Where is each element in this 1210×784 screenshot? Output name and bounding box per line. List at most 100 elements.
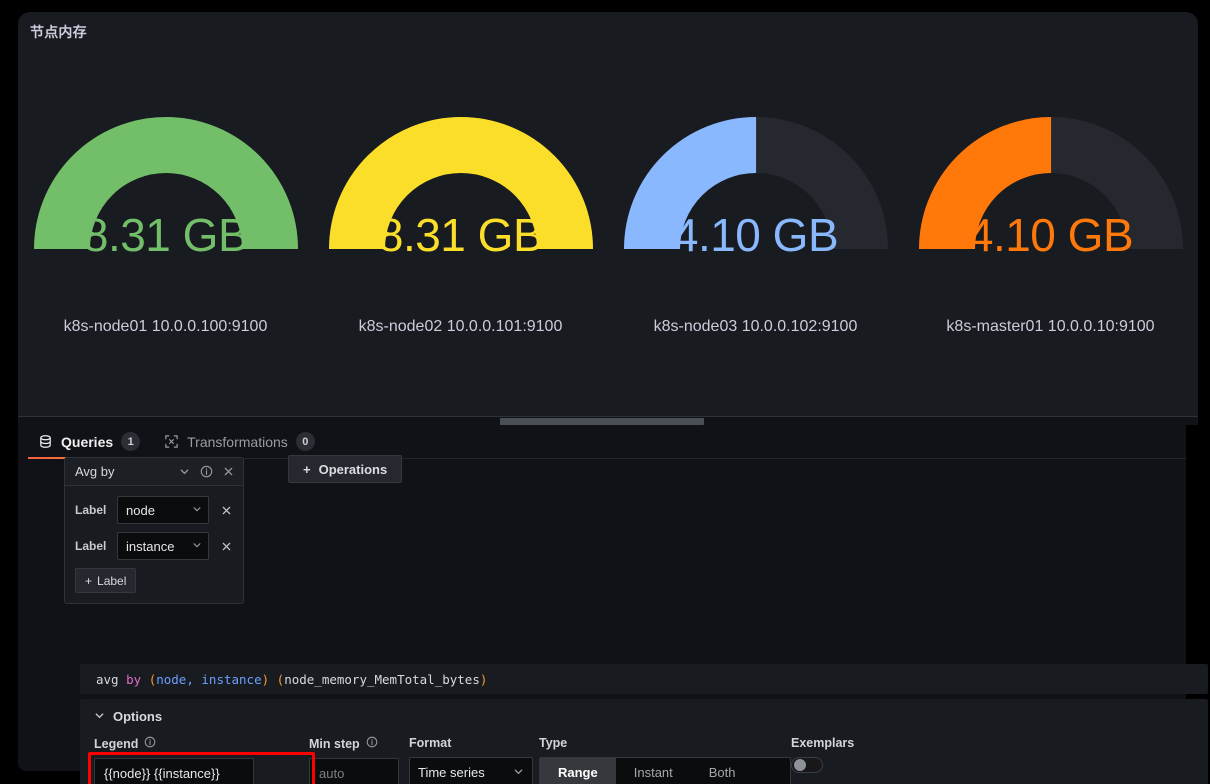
- gauge-item[interactable]: 4.10 GB k8s-node03 10.0.0.102:9100: [611, 64, 901, 336]
- gauge-label: k8s-master01 10.0.0.10:9100: [946, 318, 1155, 335]
- query-code-preview[interactable]: avg by (node, instance) (node_memory_Mem…: [80, 664, 1208, 694]
- code-metric: node_memory_MemTotal_bytes: [284, 671, 480, 687]
- transform-icon: [164, 434, 179, 449]
- query-editor-pane: Queries 1 Transformations 0 Avg by Label…: [18, 425, 1208, 784]
- code-open-paren: (: [148, 671, 157, 687]
- database-icon: [38, 434, 53, 449]
- tab-transformations[interactable]: Transformations 0: [154, 425, 325, 458]
- options-toggle[interactable]: Options: [94, 709, 1194, 724]
- label-select-instance[interactable]: instance: [117, 532, 209, 560]
- label-row: Label node: [75, 496, 235, 524]
- gauge-arc: 4.10 GB: [622, 64, 890, 264]
- options-title: Options: [113, 709, 163, 724]
- legend-input-wrapper: {{node}} {{instance}}: [88, 752, 315, 784]
- add-label-button[interactable]: + Label: [75, 568, 137, 593]
- label-select-node[interactable]: node: [117, 496, 209, 524]
- gauge-arc: 8.31 GB: [32, 64, 300, 264]
- code-metric-open-paren: (: [276, 671, 285, 687]
- gauge-item[interactable]: 8.31 GB k8s-node02 10.0.0.101:9100: [316, 64, 606, 336]
- chevron-down-icon: [192, 504, 202, 517]
- plus-icon: +: [85, 573, 93, 588]
- code-metric-close-paren: ): [479, 671, 488, 687]
- chevron-down-icon: [513, 765, 524, 780]
- type-option-range[interactable]: Range: [540, 758, 616, 784]
- add-operations-button[interactable]: + Operations: [288, 455, 403, 483]
- label-select-instance-value: instance: [126, 538, 175, 554]
- label-row-label: Label: [75, 539, 107, 553]
- legend-input-value: {{node}} {{instance}}: [104, 765, 220, 781]
- exemplars-field: Exemplars: [791, 736, 854, 773]
- gauge-label: k8s-node02 10.0.0.101:9100: [358, 318, 563, 335]
- exemplars-label: Exemplars: [791, 736, 855, 750]
- app-root: 节点内存 8.31 GB k8s-node01 10.0.0.100:9100: [0, 0, 1210, 784]
- format-label-row: Format: [409, 736, 539, 750]
- legend-field: Legend {{node}} {{instance}}: [88, 736, 315, 784]
- code-labels: node, instance: [156, 671, 262, 687]
- gauge-arc: 8.31 GB: [327, 64, 595, 264]
- remove-label-icon[interactable]: [217, 537, 235, 555]
- operation-card-header: Avg by: [65, 458, 243, 486]
- type-label-row: Type: [539, 736, 791, 750]
- gauge-label: k8s-node03 10.0.0.102:9100: [653, 318, 858, 335]
- editor-tabbar: Queries 1 Transformations 0: [28, 425, 1186, 459]
- legend-label-row: Legend: [94, 736, 309, 751]
- gauge-value: 4.10 GB: [967, 209, 1134, 261]
- gauge-value: 4.10 GB: [672, 209, 839, 261]
- chevron-down-icon[interactable]: [175, 463, 193, 481]
- type-label: Type: [539, 736, 568, 750]
- operation-card-avg-by: Avg by Label node Label instance + Label: [64, 457, 244, 604]
- min-step-field: Min step auto: [309, 736, 409, 784]
- label-row-label: Label: [75, 503, 107, 517]
- format-select-value: Time series: [418, 764, 485, 780]
- code-function: avg: [96, 671, 119, 687]
- tab-queries-badge: 1: [121, 432, 141, 451]
- remove-operation-icon[interactable]: [219, 463, 237, 481]
- type-option-instant[interactable]: Instant: [616, 758, 691, 784]
- tab-queries-label: Queries: [61, 433, 114, 450]
- exemplars-label-row: Exemplars: [791, 736, 854, 750]
- add-operations-button-text: Operations: [318, 461, 388, 477]
- legend-input[interactable]: {{node}} {{instance}}: [94, 758, 254, 784]
- info-icon[interactable]: [144, 736, 156, 751]
- code-keyword: by: [126, 671, 142, 687]
- operation-card-body: Label node Label instance + Label: [65, 486, 243, 603]
- info-icon[interactable]: [197, 463, 215, 481]
- panel-title: 节点内存: [30, 24, 87, 40]
- format-field: Format Time series: [409, 736, 539, 784]
- min-step-placeholder: auto: [319, 765, 345, 781]
- operation-title: Avg by: [75, 464, 115, 479]
- chevron-down-icon: [94, 709, 105, 724]
- type-option-both[interactable]: Both: [691, 758, 754, 784]
- panel-splitter[interactable]: [18, 416, 1198, 425]
- gauge-item[interactable]: 8.31 GB k8s-node01 10.0.0.100:9100: [21, 64, 311, 336]
- info-icon[interactable]: [366, 736, 378, 751]
- min-step-label-row: Min step: [309, 736, 409, 751]
- gauge-label: k8s-node01 10.0.0.100:9100: [63, 318, 268, 335]
- add-label-button-text: Label: [97, 573, 127, 588]
- format-label: Format: [409, 736, 452, 750]
- type-field: Type Range Instant Both: [539, 736, 791, 784]
- gauge-value: 8.31 GB: [377, 209, 544, 261]
- min-step-label: Min step: [309, 736, 360, 751]
- label-select-node-value: node: [126, 502, 155, 518]
- type-radio-group: Range Instant Both: [539, 757, 791, 784]
- splitter-drag-handle[interactable]: [500, 418, 704, 425]
- tab-queries[interactable]: Queries 1: [28, 425, 151, 459]
- exemplars-toggle-knob: [794, 759, 806, 771]
- remove-label-icon[interactable]: [217, 501, 235, 519]
- gauge-item[interactable]: 4.10 GB k8s-master01 10.0.0.10:9100: [906, 64, 1196, 336]
- tab-transformations-label: Transformations: [187, 433, 288, 450]
- format-select[interactable]: Time series: [409, 757, 533, 784]
- exemplars-toggle[interactable]: [791, 757, 823, 773]
- chevron-down-icon: [192, 540, 202, 553]
- query-options-section: Options Legend {{node}} {{instance}} Min…: [80, 699, 1208, 784]
- min-step-input[interactable]: auto: [309, 758, 399, 784]
- query-builder: Avg by Label node Label instance + Label…: [50, 455, 1208, 784]
- legend-label: Legend: [94, 736, 139, 751]
- code-close-paren: ): [261, 671, 270, 687]
- tab-transformations-badge: 0: [295, 432, 315, 451]
- gauge-row: 8.31 GB k8s-node01 10.0.0.100:9100 8.31 …: [18, 64, 1198, 404]
- plus-icon: +: [303, 461, 311, 477]
- gauge-arc: 4.10 GB: [917, 64, 1185, 264]
- gauge-value: 8.31 GB: [82, 209, 249, 261]
